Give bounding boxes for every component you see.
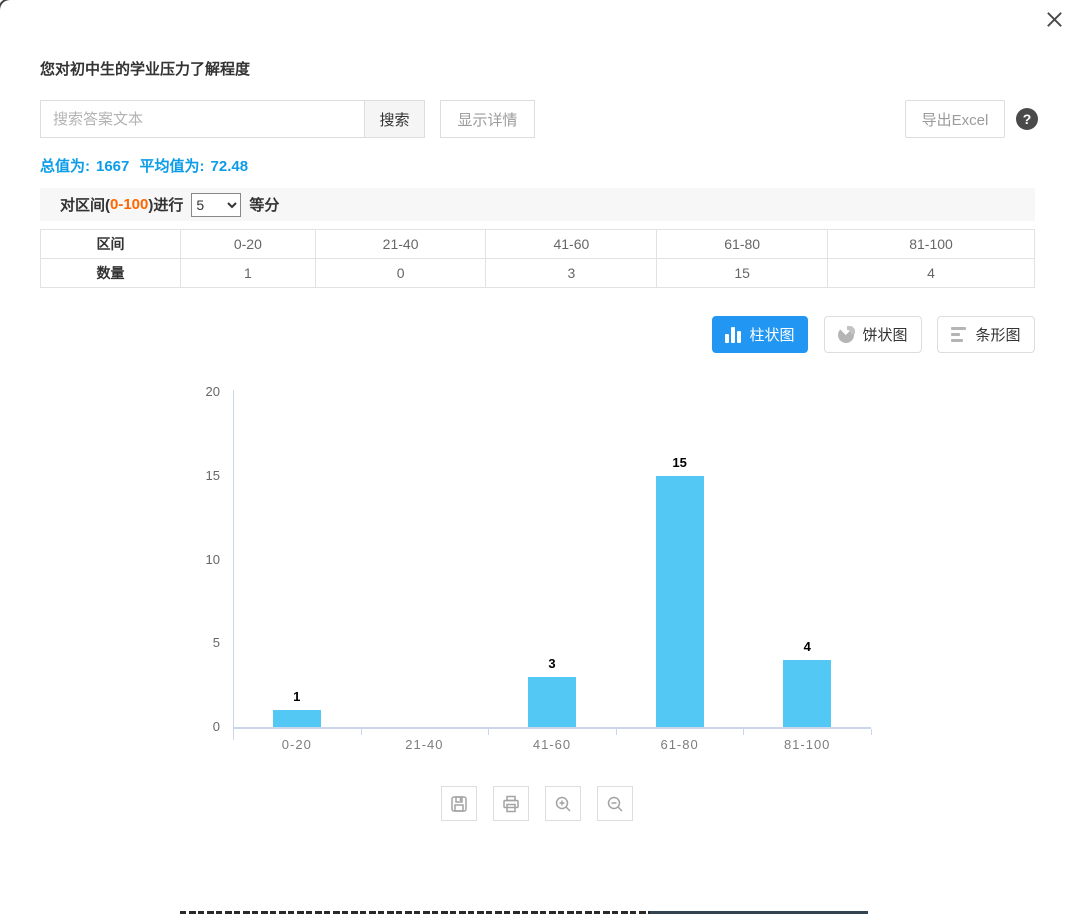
y-axis-tick-label: 10 [188, 552, 220, 567]
pie-chart-tab-label: 饼状图 [862, 324, 907, 345]
column-chart-icon [725, 327, 741, 343]
total-value: 1667 [96, 158, 129, 175]
search-button[interactable]: 搜索 [365, 100, 425, 138]
count-cell: 3 [486, 259, 657, 288]
close-x-glyph [1045, 10, 1064, 29]
x-axis-category-label: 61-80 [616, 737, 744, 752]
zoom-in-button[interactable] [545, 786, 581, 821]
x-axis-category-label: 81-100 [743, 737, 871, 752]
zoom-in-icon [553, 794, 573, 814]
y-axis-tick-label: 15 [188, 468, 220, 483]
interval-mid: )进行 [148, 194, 183, 215]
interval-prefix: 对区间( [60, 194, 110, 215]
save-icon [449, 794, 469, 814]
count-cell: 4 [828, 259, 1035, 288]
zoom-out-button[interactable] [597, 786, 633, 821]
print-icon [501, 794, 521, 814]
interval-suffix: 等分 [249, 194, 279, 215]
histogram-bar[interactable] [656, 476, 704, 727]
range-row-header: 区间 [41, 230, 181, 259]
x-axis-category-label: 41-60 [488, 737, 616, 752]
hbar-chart-tab-label: 条形图 [975, 324, 1020, 345]
range-cell: 41-60 [486, 230, 657, 259]
search-input[interactable] [40, 100, 365, 138]
count-row-header: 数量 [41, 259, 181, 288]
interval-count-select[interactable]: 5 [191, 193, 241, 217]
bar-value-label: 3 [522, 656, 582, 671]
range-cell: 0-20 [181, 230, 316, 259]
average-value: 72.48 [211, 158, 249, 175]
x-axis-tick [488, 729, 489, 735]
print-chart-button[interactable] [493, 786, 529, 821]
x-axis-tick [616, 729, 617, 735]
hbar-chart-icon [951, 327, 967, 342]
count-cell: 15 [657, 259, 828, 288]
hbar-chart-tab[interactable]: 条形图 [937, 316, 1035, 353]
modal-rounded-corner [0, 0, 12, 12]
histogram-bar[interactable] [528, 677, 576, 727]
x-axis-tick [743, 729, 744, 735]
x-axis-category-label: 0-20 [233, 737, 361, 752]
interval-range: 0-100 [110, 196, 148, 213]
total-label: 总值为: [40, 158, 90, 175]
histogram-bar[interactable] [783, 660, 831, 727]
x-axis-tick [233, 729, 234, 735]
pie-chart-icon [838, 327, 854, 343]
close-icon[interactable] [1042, 7, 1066, 31]
pie-chart-tab[interactable]: 饼状图 [824, 316, 922, 353]
count-cell: 1 [181, 259, 316, 288]
y-axis-tick-label: 0 [188, 719, 220, 734]
y-axis-line [233, 390, 234, 740]
interval-control: 对区间(0-100)进行 5 等分 [40, 188, 1035, 221]
bar-value-label: 1 [267, 689, 327, 704]
range-cell: 81-100 [828, 230, 1035, 259]
bar-chart-tab-label: 柱状图 [749, 324, 794, 345]
x-axis-tick [361, 729, 362, 735]
x-axis-category-label: 21-40 [361, 737, 489, 752]
x-axis-line [233, 727, 871, 729]
distribution-table: 区间0-2021-4041-6061-8081-100数量103154 [40, 229, 1035, 288]
bar-value-label: 15 [650, 455, 710, 470]
help-icon[interactable]: ? [1016, 108, 1038, 130]
show-detail-button[interactable]: 显示详情 [440, 100, 535, 138]
y-axis-tick-label: 20 [188, 384, 220, 399]
stats-line: 总值为: 1667 平均值为: 72.48 [40, 155, 254, 176]
average-label: 平均值为: [140, 158, 205, 175]
save-chart-button[interactable] [441, 786, 477, 821]
range-cell: 21-40 [315, 230, 486, 259]
export-excel-button[interactable]: 导出Excel [905, 100, 1005, 138]
question-title: 您对初中生的学业压力了解程度 [40, 58, 250, 79]
table-row: 数量103154 [41, 259, 1035, 288]
x-axis-tick [871, 729, 872, 735]
count-cell: 0 [315, 259, 486, 288]
histogram-bar[interactable] [273, 710, 321, 727]
range-cell: 61-80 [657, 230, 828, 259]
y-axis-tick-label: 5 [188, 635, 220, 650]
bar-chart-tab[interactable]: 柱状图 [712, 316, 808, 353]
table-row: 区间0-2021-4041-6061-8081-100 [41, 230, 1035, 259]
zoom-out-icon [605, 794, 625, 814]
bar-value-label: 4 [777, 639, 837, 654]
